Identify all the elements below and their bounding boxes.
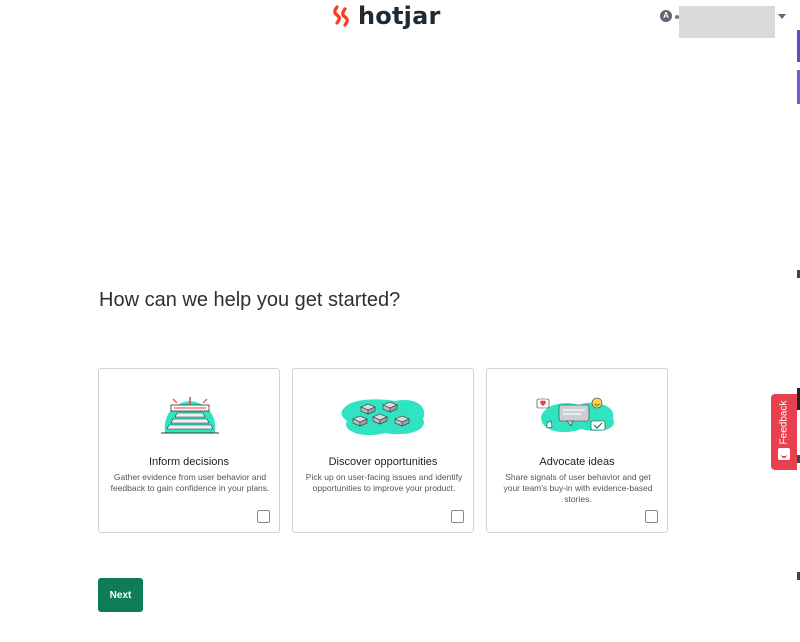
card-title: Advocate ideas [539, 456, 615, 468]
card-checkbox[interactable] [451, 510, 464, 523]
card-title: Inform decisions [148, 456, 230, 468]
smiley-icon [778, 448, 790, 460]
card-description: Pick up on user-facing issues and identi… [305, 472, 463, 493]
feedback-label: Feedback [778, 400, 790, 444]
card-description: Share signals of user behavior and get y… [503, 472, 653, 504]
stairs-illustration-icon [161, 397, 219, 434]
avatar: A [660, 10, 672, 22]
card-description: Gather evidence from user behavior and f… [110, 472, 270, 493]
top-bar: hotjar A [0, 0, 800, 38]
hotjar-logo-icon [333, 5, 349, 27]
feedback-label-wrap: Feedback [773, 400, 795, 444]
card-checkbox[interactable] [645, 510, 658, 523]
card-title: Discover opportunities [328, 456, 438, 468]
hotjar-logo[interactable]: hotjar [333, 1, 441, 31]
chevron-down-icon[interactable] [778, 14, 786, 19]
account-menu[interactable]: A [660, 6, 786, 38]
speech-bubble-illustration-icon [536, 397, 614, 433]
page-question: How can we help you get started? [99, 289, 401, 311]
puzzle-blocks-illustration-icon [341, 399, 425, 436]
option-card-advocate-ideas[interactable]: Advocate ideas Share signals of user beh… [486, 368, 668, 533]
feedback-button[interactable]: Feedback [771, 394, 797, 470]
option-card-inform-decisions[interactable]: Inform decisions Gather evidence from us… [98, 368, 280, 533]
card-checkbox[interactable] [257, 510, 270, 523]
next-button[interactable]: Next [98, 578, 143, 612]
option-card-discover-opportunities[interactable]: Discover opportunities Pick up on user-f… [292, 368, 474, 533]
logo-text: hotjar [358, 2, 441, 30]
account-name-redacted [679, 6, 775, 38]
